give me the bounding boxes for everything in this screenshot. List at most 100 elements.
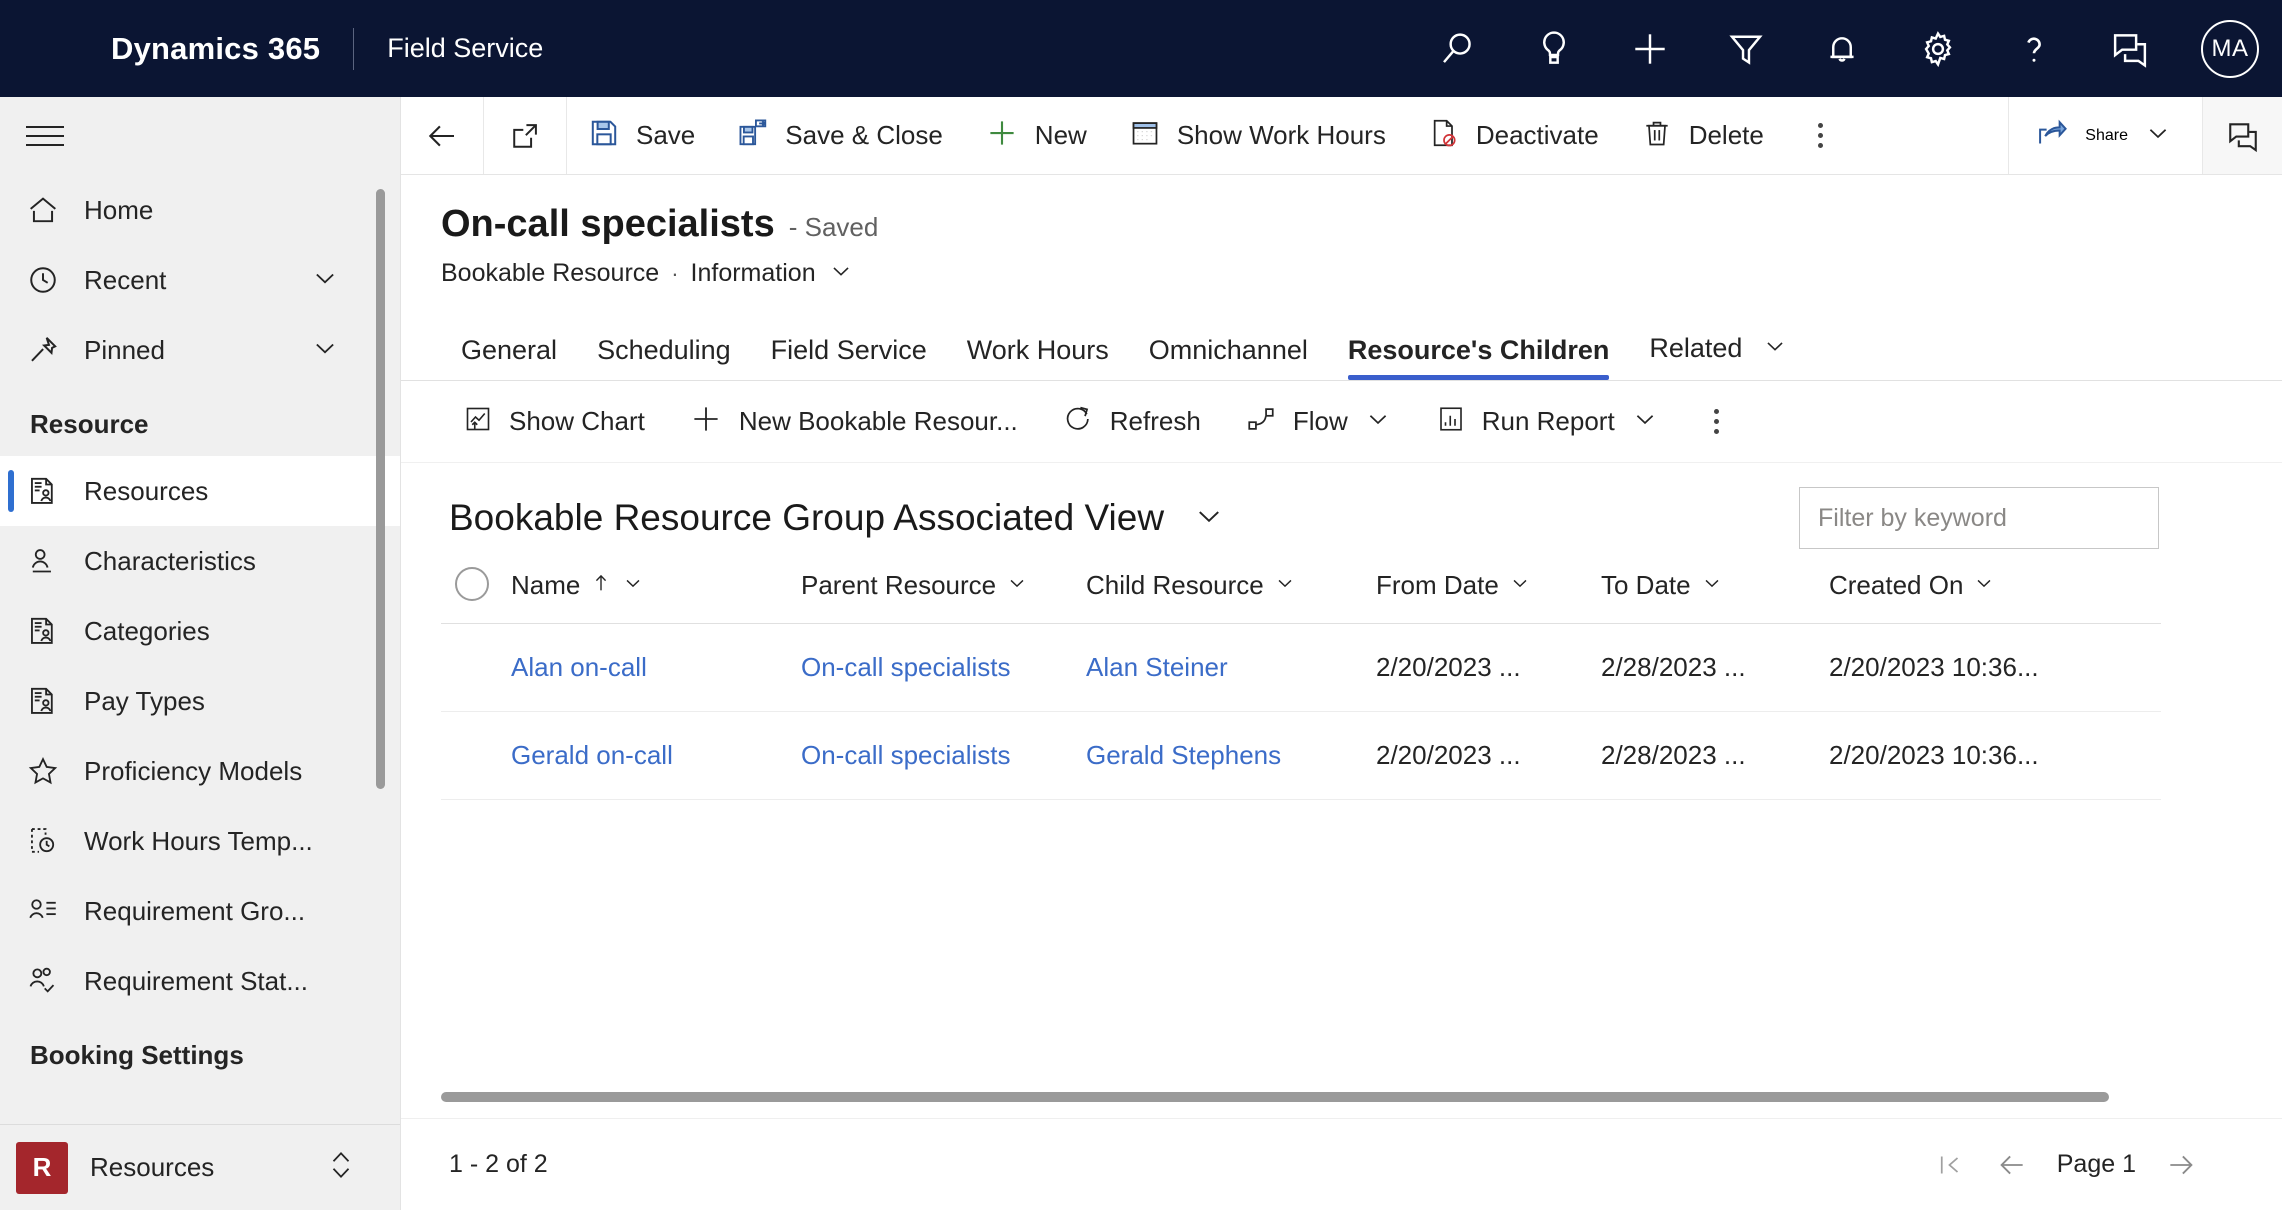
row-name-link[interactable]: Gerald on-call	[511, 740, 673, 770]
sidebar-item-characteristics[interactable]: Characteristics	[0, 526, 400, 596]
sidebar-item-recent[interactable]: Recent	[0, 245, 400, 315]
chevron-down-icon[interactable]	[1006, 570, 1028, 601]
sidebar-item-categories[interactable]: Categories	[0, 596, 400, 666]
cell-name[interactable]: Gerald on-call	[511, 711, 801, 800]
area-switcher[interactable]: R Resources	[0, 1124, 400, 1210]
sidebar-item-work-hours-templates[interactable]: Work Hours Temp...	[0, 806, 400, 876]
back-arrow-icon[interactable]	[401, 97, 484, 174]
cell-name[interactable]: Alan on-call	[511, 623, 801, 712]
column-header-to-date[interactable]: To Date	[1601, 567, 1829, 624]
show-chart-button[interactable]: Show Chart	[441, 404, 667, 439]
hamburger-menu-icon[interactable]	[0, 97, 400, 175]
column-header-from-date[interactable]: From Date	[1376, 567, 1601, 624]
share-button[interactable]: Share	[2008, 97, 2202, 174]
show-chart-icon	[463, 404, 493, 439]
new-button[interactable]: New	[964, 97, 1108, 174]
select-all-checkbox[interactable]	[455, 567, 489, 601]
tab-work-hours[interactable]: Work Hours	[947, 335, 1129, 380]
row-select-cell[interactable]	[441, 623, 511, 712]
chevron-down-icon[interactable]	[622, 570, 644, 601]
sidebar-item-home[interactable]: Home	[0, 175, 400, 245]
row-child-resource-link[interactable]: Alan Steiner	[1086, 652, 1228, 682]
cell-parent-resource[interactable]: On-call specialists	[801, 623, 1086, 712]
tab-field-service[interactable]: Field Service	[751, 335, 947, 380]
grid-horizontal-scrollbar[interactable]	[441, 1092, 2109, 1102]
column-header-parent-resource[interactable]: Parent Resource	[801, 567, 1086, 624]
plus-icon	[985, 116, 1019, 155]
chevron-down-icon[interactable]	[1509, 570, 1531, 601]
save-and-close-button[interactable]: Save & Close	[716, 97, 964, 174]
sidebar-item-pinned[interactable]: Pinned	[0, 315, 400, 385]
sidebar-item-requirement-groups[interactable]: Requirement Gro...	[0, 876, 400, 946]
quick-create-plus-icon[interactable]	[1602, 0, 1698, 97]
chat-bubbles-icon[interactable]	[2202, 97, 2282, 174]
record-title-row: On-call specialists - Saved	[441, 203, 2282, 246]
chevron-down-icon[interactable]	[1192, 499, 1226, 538]
updown-chevron-icon[interactable]	[326, 1146, 356, 1189]
chevron-down-icon[interactable]	[1274, 570, 1296, 601]
filter-icon[interactable]	[1698, 0, 1794, 97]
search-input[interactable]	[1818, 503, 2140, 533]
new-bookable-resource-button[interactable]: New Bookable Resour...	[667, 402, 1040, 441]
form-name[interactable]: Information	[691, 259, 816, 288]
tab-related[interactable]: Related	[1629, 333, 1808, 380]
deactivate-button[interactable]: Deactivate	[1407, 97, 1620, 174]
pop-out-icon[interactable]	[484, 97, 567, 174]
table-row[interactable]: Alan on-call On-call specialists Alan St…	[441, 623, 2161, 712]
home-icon	[26, 193, 78, 227]
row-parent-resource-link[interactable]: On-call specialists	[801, 740, 1011, 770]
sidebar-item-proficiency-models[interactable]: Proficiency Models	[0, 736, 400, 806]
column-label: Parent Resource	[801, 570, 997, 600]
cell-child-resource[interactable]: Gerald Stephens	[1086, 711, 1376, 800]
sidebar-item-pay-types[interactable]: Pay Types	[0, 666, 400, 736]
command-bar-spacer	[1857, 97, 2008, 174]
column-header-created-on[interactable]: Created On	[1829, 567, 2161, 624]
chevron-down-icon[interactable]	[1701, 570, 1723, 601]
tab-scheduling[interactable]: Scheduling	[577, 335, 751, 380]
tab-general[interactable]: General	[441, 335, 577, 380]
sidebar-scrollbar[interactable]	[376, 189, 385, 789]
delete-button[interactable]: Delete	[1620, 97, 1785, 174]
show-work-hours-button[interactable]: Show Work Hours	[1108, 97, 1407, 174]
flow-label: Flow	[1292, 406, 1348, 436]
insights-lightbulb-icon[interactable]	[1506, 0, 1602, 97]
sidebar-item-requirement-statuses[interactable]: Requirement Stat...	[0, 946, 400, 1016]
table-row[interactable]: Gerald on-call On-call specialists Geral…	[441, 711, 2161, 800]
page-prev-icon[interactable]	[1981, 1149, 2043, 1181]
view-title[interactable]: Bookable Resource Group Associated View	[449, 497, 1164, 539]
flow-button[interactable]: Flow	[1223, 403, 1414, 440]
row-name-link[interactable]: Alan on-call	[511, 652, 647, 682]
chevron-down-icon[interactable]	[310, 333, 340, 368]
save-button[interactable]: Save	[567, 97, 716, 174]
column-header-name[interactable]: Name	[511, 567, 801, 624]
subgrid-overflow-button[interactable]	[1681, 409, 1753, 434]
notifications-bell-icon[interactable]	[1794, 0, 1890, 97]
chevron-down-icon[interactable]	[2144, 119, 2172, 152]
select-all-header[interactable]	[441, 567, 511, 624]
chevron-down-icon[interactable]	[1973, 570, 1995, 601]
page-first-icon[interactable]	[1919, 1150, 1981, 1180]
help-question-icon[interactable]	[1986, 0, 2082, 97]
command-bar-overflow-button[interactable]	[1785, 97, 1857, 174]
refresh-button[interactable]: Refresh	[1040, 403, 1223, 440]
tab-resources-children[interactable]: Resource's Children	[1328, 335, 1630, 380]
tab-omnichannel[interactable]: Omnichannel	[1129, 335, 1328, 380]
run-report-button[interactable]: Run Report	[1414, 404, 1681, 439]
row-select-cell[interactable]	[441, 711, 511, 800]
feedback-chat-icon[interactable]	[2082, 0, 2178, 97]
sidebar-item-resources[interactable]: Resources	[0, 456, 400, 526]
cell-parent-resource[interactable]: On-call specialists	[801, 711, 1086, 800]
row-child-resource-link[interactable]: Gerald Stephens	[1086, 740, 1281, 770]
column-header-child-resource[interactable]: Child Resource	[1086, 567, 1376, 624]
flow-icon	[1245, 403, 1277, 440]
search-icon[interactable]	[1410, 0, 1506, 97]
cell-child-resource[interactable]: Alan Steiner	[1086, 623, 1376, 712]
page-next-icon[interactable]	[2150, 1149, 2212, 1181]
settings-gear-icon[interactable]	[1890, 0, 1986, 97]
row-parent-resource-link[interactable]: On-call specialists	[801, 652, 1011, 682]
chevron-down-icon[interactable]	[828, 258, 854, 289]
avatar[interactable]: MA	[2178, 19, 2282, 78]
filter-by-keyword-box[interactable]	[1799, 487, 2159, 549]
chevron-down-icon[interactable]	[310, 263, 340, 298]
person-line-icon	[26, 544, 78, 578]
